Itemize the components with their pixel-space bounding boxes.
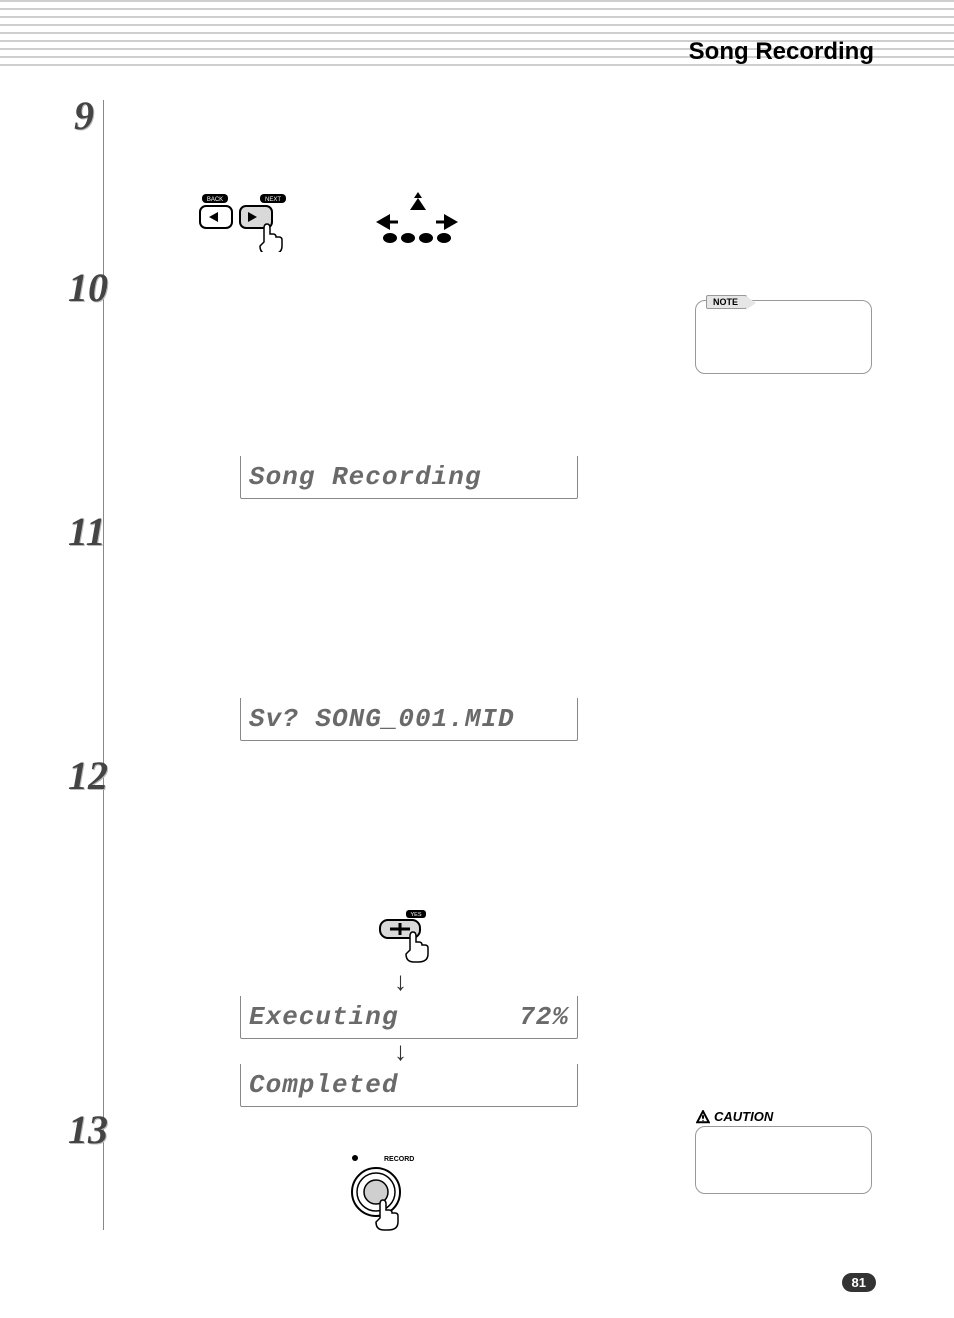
lcd-executing: Executing 72% [240, 996, 578, 1039]
step-number-12: 12 [68, 752, 108, 799]
record-label: RECORD [384, 1156, 414, 1163]
step-number-10: 10 [68, 264, 108, 311]
lcd-executing-percent: 72% [519, 1002, 569, 1032]
next-label: NEXT [265, 197, 281, 203]
page-title: Song Recording [689, 38, 874, 66]
warning-triangle-icon [696, 1110, 710, 1124]
caution-label-text: CAUTION [714, 1109, 773, 1124]
step-number-13: 13 [68, 1106, 108, 1153]
page-number-badge: 81 [842, 1273, 876, 1292]
lcd-save-prompt: Sv? SONG_001.MID [240, 698, 578, 741]
indicator-arrows-icon [374, 192, 474, 253]
caution-callout: CAUTION [695, 1126, 872, 1194]
back-label: BACK [207, 197, 223, 203]
lcd-song-recording: Song Recording [240, 456, 578, 499]
note-tab-label: NOTE [706, 295, 747, 309]
caution-label: CAUTION [696, 1109, 773, 1124]
step-number-9: 9 [74, 92, 94, 139]
yes-button-icon: YES [376, 910, 446, 969]
note-callout: NOTE [695, 300, 872, 374]
lcd-completed: Completed [240, 1064, 578, 1107]
back-next-buttons-icon: BACK NEXT [196, 192, 316, 257]
lcd-executing-label: Executing [249, 1002, 519, 1032]
arrow-down-icon: ↓ [394, 968, 407, 994]
record-button-icon: RECORD [340, 1152, 430, 1247]
arrow-down-icon: ↓ [394, 1038, 407, 1064]
step-number-11: 11 [68, 508, 106, 555]
yes-label: YES [410, 912, 421, 918]
